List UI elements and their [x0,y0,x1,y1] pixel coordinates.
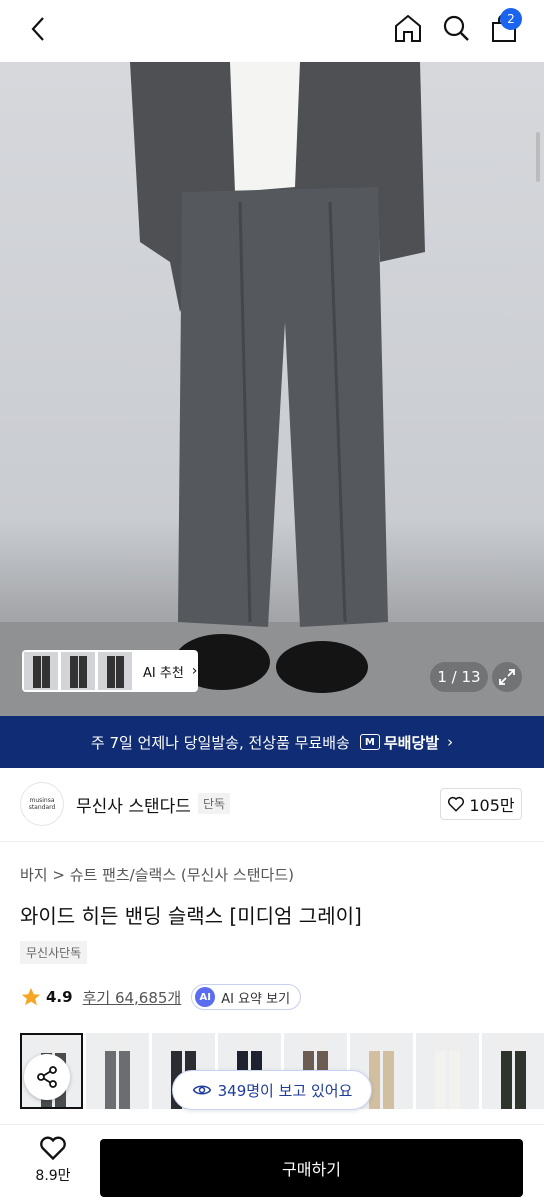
banner-free-label: 무배당발 [383,733,440,752]
viewers-badge: 349명이 보고 있어요 [172,1070,372,1110]
swatch-top [104,1033,132,1051]
top-nav: 2 [0,0,544,62]
swatch-leg [369,1051,380,1109]
brand-logo-text: standard [28,804,56,811]
color-swatch[interactable] [416,1033,479,1109]
viewers-text: 349명이 보고 있어요 [217,1081,353,1100]
swatch-leg [105,1051,116,1109]
buy-button[interactable]: 구매하기 [100,1139,523,1197]
swatch-top [236,1033,264,1051]
wishlist-count: 8.9만 [35,1168,71,1184]
wishlist-button[interactable]: 8.9만 [20,1135,86,1195]
star-icon [21,987,41,1006]
chevron-right-icon: › [447,733,454,751]
swatch-leg [501,1051,512,1109]
product-photo [0,62,544,716]
share-icon [37,1066,57,1088]
swatch-top [170,1033,198,1051]
brand-logo[interactable]: musinsa standard [20,782,64,826]
banner-text: 주 7일 언제나 당일발송, 전상품 무료배송 [90,733,350,752]
swatch-top [500,1033,528,1051]
color-swatch[interactable] [86,1033,149,1109]
product-image[interactable] [0,62,544,716]
reviews-link[interactable]: 후기 64,685개 [83,987,182,1008]
thumbnail [24,652,58,690]
ai-summary-button[interactable]: AI AI 요약 보기 [191,984,302,1010]
ai-icon: AI [195,987,216,1007]
rating-score: 4.9 [46,988,73,1006]
thumbnail [61,652,95,690]
delivery-icon: M [359,734,380,750]
swatch-leg [449,1051,460,1109]
image-counter: 1 / 13 [430,662,488,692]
chevron-right-icon: › [191,663,198,679]
swatch-top [40,1035,68,1053]
swatch-top [368,1033,396,1051]
expand-icon[interactable] [492,662,522,692]
swatch-leg [435,1051,446,1109]
swatch-leg [119,1051,130,1109]
eye-icon [192,1085,211,1095]
ai-recommend-button[interactable]: AI 추천 › [22,650,198,692]
breadcrumb[interactable]: 바지 > 슈트 팬츠/슬랙스 (무신사 스탠다드) [20,864,294,885]
ai-summary-label: AI 요약 보기 [221,991,291,1007]
heart-icon [448,796,465,812]
thumbnail [98,652,132,690]
share-button[interactable] [24,1054,70,1100]
cart-count-badge: 2 [500,8,522,30]
swatch-top [434,1033,462,1051]
search-icon[interactable] [440,12,472,44]
brand-name[interactable]: 무신사 스탠다드 [76,792,191,817]
product-title: 와이드 히든 밴딩 슬랙스 [미디엄 그레이] [20,904,362,928]
scroll-indicator[interactable] [536,132,540,182]
swatch-leg [383,1051,394,1109]
brand-like-count: 105만 [469,796,515,815]
brand-exclusive-tag: 단독 [198,793,231,814]
swatch-top [302,1033,330,1051]
brand-like-button[interactable]: 105만 [440,788,522,820]
rating-row: 4.9 후기 64,685개 AI AI 요약 보기 [20,984,302,1010]
bottom-bar: 8.9만 구매하기 [0,1124,544,1200]
heart-icon [40,1136,66,1161]
exclusive-tag: 무신사단독 [20,941,88,964]
brand-logo-text: musinsa [29,797,55,804]
home-icon[interactable] [392,12,424,44]
swatch-leg [515,1051,526,1109]
color-swatch[interactable] [482,1033,544,1109]
brand-row: musinsa standard 무신사 스탠다드 단독 105만 [0,768,544,842]
back-icon[interactable] [24,14,54,44]
ai-recommend-label: AI 추천 [143,665,184,681]
shipping-banner[interactable]: 주 7일 언제나 당일발송, 전상품 무료배송 M 무배당발 › [0,716,544,768]
